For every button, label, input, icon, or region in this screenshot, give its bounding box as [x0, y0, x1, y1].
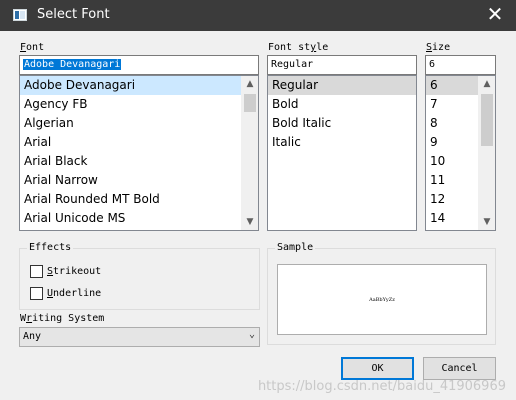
list-item[interactable]: Regular	[268, 76, 416, 95]
list-item[interactable]: Arial	[20, 133, 258, 152]
font-label: Font	[20, 42, 45, 53]
cancel-button[interactable]: Cancel	[423, 357, 496, 380]
scroll-up-icon[interactable]: ▲	[479, 76, 495, 92]
underline-checkbox[interactable]	[30, 287, 43, 300]
list-item[interactable]: Bold Italic	[268, 114, 416, 133]
font-input-value: Adobe Devanagari	[23, 59, 122, 70]
effects-label: Effects	[27, 242, 74, 253]
sample-text: AaBbYyZz	[369, 296, 395, 303]
scroll-down-icon[interactable]: ▼	[242, 214, 258, 230]
font-style-input[interactable]: Regular	[267, 55, 417, 75]
font-scrollbar[interactable]: ▲ ▼	[241, 76, 258, 230]
size-scrollbar[interactable]: ▲ ▼	[478, 76, 495, 230]
strikeout-label[interactable]: Strikeout	[47, 266, 101, 277]
list-item[interactable]: Italic	[268, 133, 416, 152]
watermark: https://blog.csdn.net/baidu_41906969	[257, 379, 506, 394]
size-input[interactable]: 6	[425, 55, 496, 75]
window-title: Select Font	[37, 7, 110, 22]
sample-label: Sample	[275, 242, 316, 253]
list-item[interactable]: Adobe Devanagari	[20, 76, 258, 95]
chevron-down-icon: ⌄	[248, 329, 255, 340]
close-icon[interactable]: ✕	[486, 4, 504, 24]
size-label: Size	[426, 42, 451, 53]
sample-preview: AaBbYyZz	[277, 264, 487, 335]
strikeout-checkbox[interactable]	[30, 265, 43, 278]
scroll-thumb[interactable]	[244, 94, 256, 112]
list-item[interactable]: Bold	[268, 95, 416, 114]
list-item[interactable]: Arial Rounded MT Bold	[20, 190, 258, 209]
effects-group	[19, 248, 260, 310]
size-input-value: 6	[429, 59, 436, 70]
font-style-list[interactable]: Regular Bold Bold Italic Italic	[267, 75, 417, 231]
list-item[interactable]: Algerian	[20, 114, 258, 133]
writing-system-label: Writing System	[20, 313, 105, 324]
app-icon	[13, 9, 27, 21]
list-item[interactable]: Arial Narrow	[20, 171, 258, 190]
list-item[interactable]: Arial Unicode MS	[20, 209, 258, 228]
list-item[interactable]: Arial Black	[20, 152, 258, 171]
writing-system-select[interactable]: Any ⌄	[19, 327, 260, 347]
list-item[interactable]: Agency FB	[20, 95, 258, 114]
size-list[interactable]: 6 7 8 9 10 11 12 14 ▲ ▼	[425, 75, 496, 231]
ok-button[interactable]: OK	[341, 357, 414, 380]
title-bar: Select Font ✕	[0, 0, 516, 31]
scroll-down-icon[interactable]: ▼	[479, 214, 495, 230]
font-style-label: Font style	[268, 42, 329, 53]
font-list[interactable]: Adobe Devanagari Agency FB Algerian Aria…	[19, 75, 259, 231]
font-input[interactable]: Adobe Devanagari	[19, 55, 259, 75]
scroll-up-icon[interactable]: ▲	[242, 76, 258, 92]
ok-button-label: OK	[371, 363, 384, 374]
cancel-button-label: Cancel	[441, 363, 478, 374]
underline-label[interactable]: Underline	[47, 288, 101, 299]
font-style-input-value: Regular	[271, 59, 314, 70]
writing-system-value: Any	[23, 331, 42, 342]
scroll-thumb[interactable]	[481, 94, 493, 146]
